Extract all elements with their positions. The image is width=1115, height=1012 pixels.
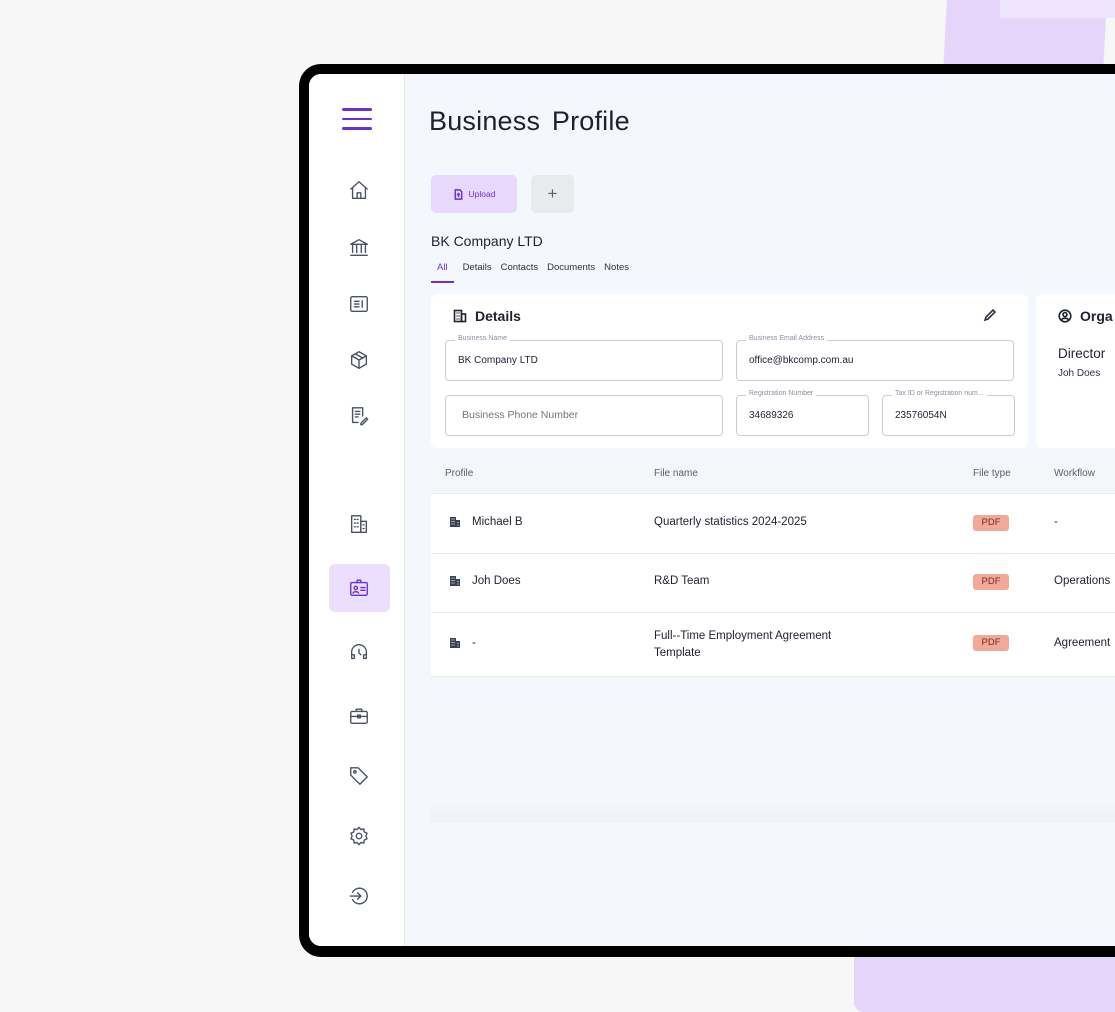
header-profile[interactable]: Profile [445,468,473,479]
tax-id-field[interactable]: Tax ID or Registration num... 23576054N [882,390,1015,436]
user-circle-icon [1058,309,1072,323]
table-row[interactable]: - Full--Time Employment Agreement Templa… [431,612,1115,677]
details-title: Details [453,308,521,324]
business-name-value: BK Company LTD [458,355,538,366]
table-header: Profile File name File type Workflow [431,455,1115,494]
file-upload-icon [454,188,462,200]
header-file-name[interactable]: File name [654,468,698,479]
row-workflow: - [1054,516,1058,528]
tab-contacts[interactable]: Contacts [501,259,539,283]
tab-notes[interactable]: Notes [604,259,629,283]
page-title: Business Profile [429,106,630,136]
building-icon [450,638,460,648]
edit-icon[interactable] [983,308,999,324]
menu-icon[interactable] [342,108,372,130]
tag-icon[interactable] [339,756,379,796]
building-icon [450,517,460,527]
briefcase-icon[interactable] [339,696,379,736]
file-type-badge: PDF [973,574,1009,590]
tax-id-value: 23576054N [895,410,947,421]
decorative-shape-top-light [1000,0,1115,18]
tab-documents[interactable]: Documents [547,259,595,283]
organisation-title: Orga [1058,308,1113,324]
registration-number-field[interactable]: Registration Number 34689326 [736,390,869,436]
organisation-card: Orga Director Joh Does [1036,294,1115,448]
details-card: Details Business Name BK Company LTD Bus… [431,294,1028,448]
header-workflow[interactable]: Workflow [1054,468,1095,479]
row-file-name[interactable]: R&D Team [654,575,709,587]
file-type-badge: PDF [973,635,1009,651]
upload-button[interactable]: Upload [431,175,517,213]
package-icon[interactable] [339,340,379,380]
row-profile-name: Joh Does [472,575,521,587]
sidebar [309,74,405,946]
row-workflow: Operations [1054,575,1111,587]
sidebar-item-active[interactable] [329,564,390,612]
business-email-label: Business Email Address [746,335,828,342]
building-icon [450,576,460,586]
header-file-type[interactable]: File type [973,468,1011,479]
tab-bar: All Details Contacts Documents Notes [431,259,629,283]
organisation-role: Director [1058,346,1106,361]
row-profile: Joh Does [449,575,521,587]
organisation-title-label: Orga [1080,308,1113,324]
registration-number-value: 34689326 [749,410,794,421]
logout-icon[interactable] [339,876,379,916]
business-phone-field[interactable] [445,395,723,436]
home-icon[interactable] [339,170,379,210]
headset-icon[interactable] [339,632,379,672]
row-workflow: Agreement [1054,637,1111,649]
main-content: Business Profile Upload + BK Company LTD… [405,74,1115,946]
tab-details[interactable]: Details [463,259,492,283]
row-profile: Michael B [449,516,523,528]
company-name: BK Company LTD [431,233,543,249]
table-row[interactable]: Michael B Quarterly statistics 2024-2025… [431,494,1115,554]
app-screen: Business Profile Upload + BK Company LTD… [309,74,1115,946]
file-type-badge: PDF [973,515,1009,531]
id-card-icon[interactable] [339,568,379,608]
bank-icon[interactable] [339,227,379,267]
building-icon [453,309,467,323]
building-icon[interactable] [339,504,379,544]
tax-id-label: Tax ID or Registration num... [892,390,987,397]
business-phone-input[interactable] [460,408,704,422]
row-profile: - [449,637,476,649]
organisation-person: Joh Does [1058,368,1101,379]
row-file-name[interactable]: Full--Time Employment Agreement Template [654,628,874,662]
table-row[interactable]: Joh Does R&D Team PDF Operations [431,553,1115,613]
contract-icon[interactable] [339,396,379,436]
add-button[interactable]: + [531,175,574,213]
registration-number-label: Registration Number [746,390,817,397]
business-name-label: Business Name [455,335,511,342]
upload-button-label: Upload [468,189,496,199]
row-profile-name: - [472,637,476,649]
row-file-name[interactable]: Quarterly statistics 2024-2025 [654,516,807,528]
table-footer [431,802,1115,822]
documents-table: Profile File name File type Workflow Mic… [431,455,1115,677]
business-name-field[interactable]: Business Name BK Company LTD [445,335,723,381]
row-profile-name: Michael B [472,516,523,528]
news-icon[interactable] [339,284,379,324]
business-email-value: office@bkcomp.com.au [749,355,854,366]
business-email-field[interactable]: Business Email Address office@bkcomp.com… [736,335,1014,381]
tab-all[interactable]: All [431,259,454,283]
gear-icon[interactable] [339,816,379,856]
details-title-label: Details [475,308,521,324]
